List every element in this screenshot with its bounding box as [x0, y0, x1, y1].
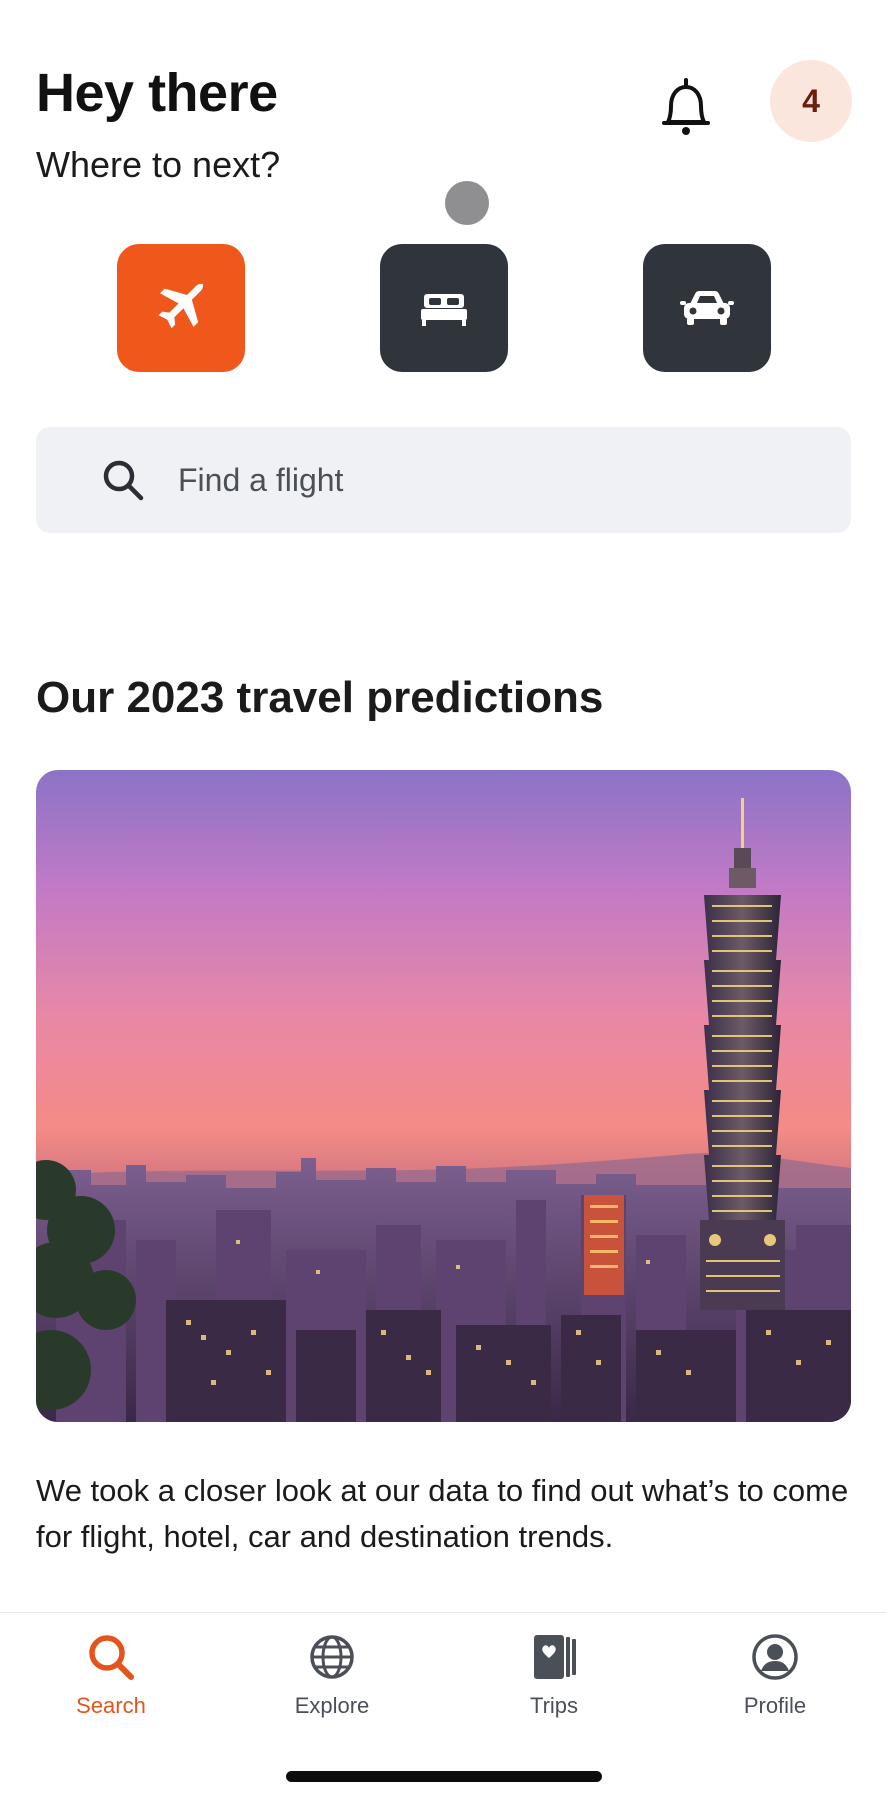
avatar-badge[interactable]: 4 — [770, 60, 852, 142]
section-title: Our 2023 travel predictions — [36, 673, 604, 722]
nav-label-explore: Explore — [294, 1693, 370, 1718]
cars-button[interactable] — [643, 244, 771, 372]
nav-label-trips: Trips — [529, 1693, 579, 1718]
home-indicator[interactable] — [286, 1771, 602, 1782]
airplane-icon — [158, 282, 204, 329]
bell-icon[interactable] — [658, 76, 714, 140]
nav-label-profile: Profile — [743, 1693, 807, 1718]
search-icon — [89, 1635, 134, 1680]
greeting-subtitle: Where to next? — [36, 144, 281, 185]
bed-icon — [421, 294, 467, 326]
touch-indicator — [445, 181, 489, 225]
feature-description: We took a closer look at our data to fin… — [36, 1473, 849, 1554]
search-input[interactable]: Find a flight — [36, 427, 851, 533]
car-icon — [680, 291, 734, 325]
stays-button[interactable] — [380, 244, 508, 372]
feature-image[interactable] — [36, 770, 851, 1422]
nav-item-explore[interactable]: Explore — [221, 1613, 443, 1733]
nav-item-trips[interactable]: Trips — [443, 1613, 665, 1733]
search-icon — [103, 460, 144, 501]
nav-item-search[interactable]: Search — [0, 1613, 222, 1733]
search-placeholder: Find a flight — [178, 461, 344, 498]
globe-icon — [310, 1635, 354, 1679]
nav-label-search: Search — [76, 1693, 146, 1718]
nav-item-profile[interactable]: Profile — [664, 1613, 886, 1733]
flights-button[interactable] — [117, 244, 245, 372]
trips-icon — [534, 1635, 576, 1679]
greeting-title: Hey there — [36, 63, 278, 123]
profile-icon — [752, 1634, 798, 1680]
